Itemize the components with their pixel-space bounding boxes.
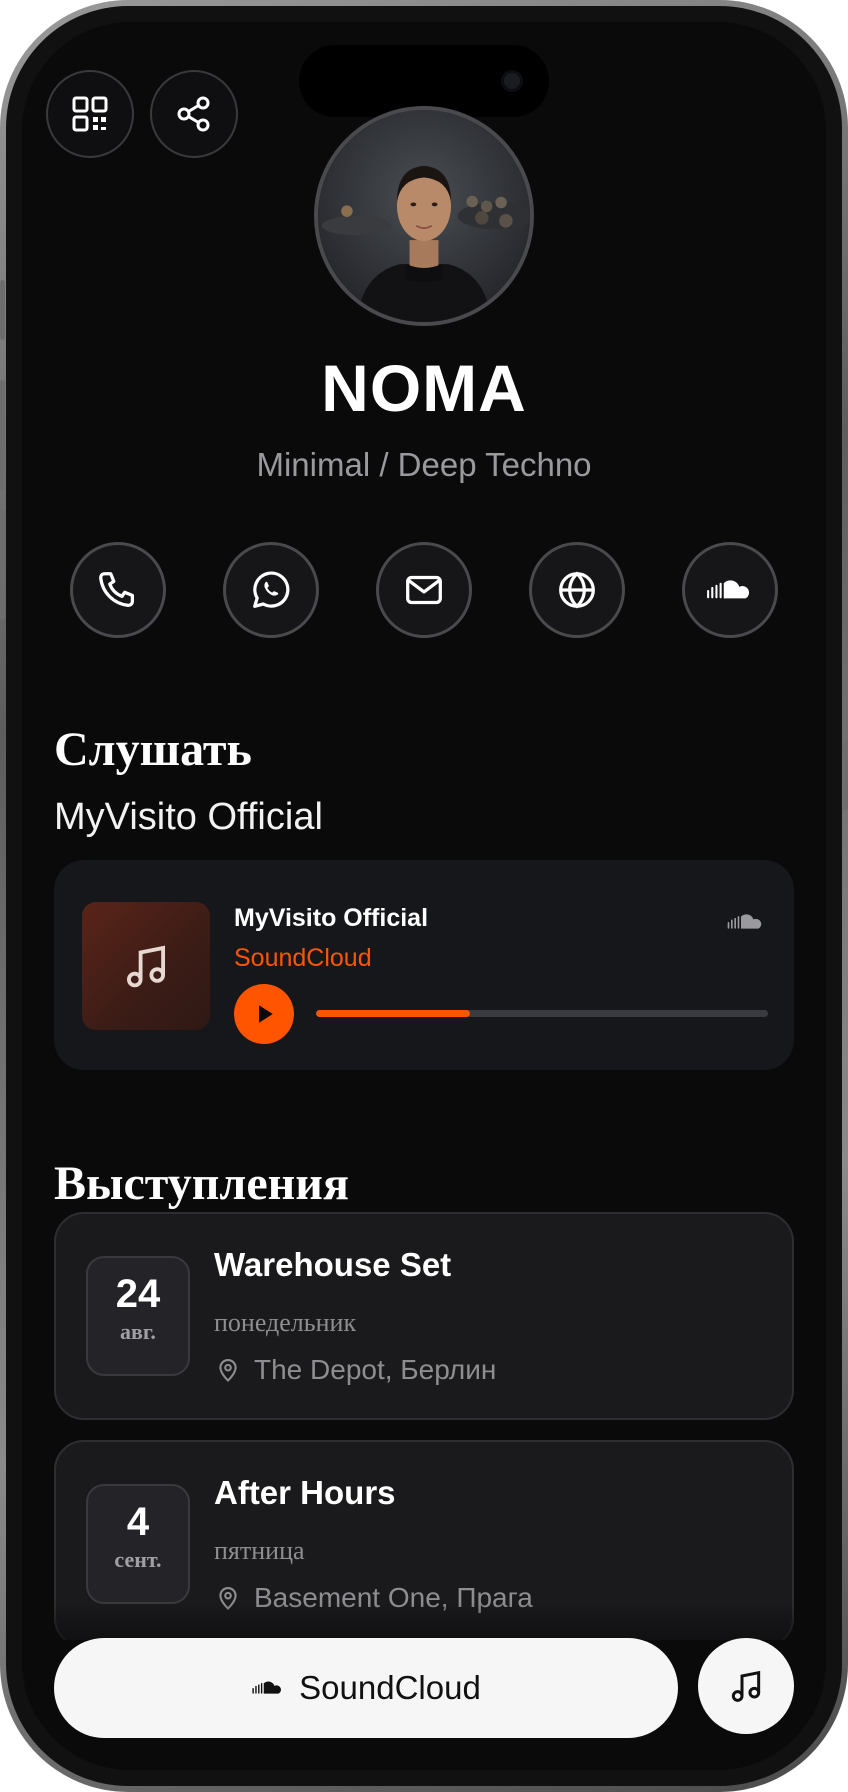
soundcloud-button[interactable] xyxy=(682,542,778,638)
track-cover xyxy=(82,902,210,1030)
listen-soundcloud-button[interactable]: SoundCloud xyxy=(54,1638,678,1738)
event-month: сент. xyxy=(114,1547,162,1572)
listen-section-title: Слушать xyxy=(54,723,252,776)
side-button-power xyxy=(843,740,848,810)
whatsapp-icon xyxy=(253,571,290,608)
soundcloud-icon xyxy=(707,580,750,599)
location-pin-icon xyxy=(219,1359,237,1382)
side-button-volume-up xyxy=(0,380,5,490)
event-card[interactable]: 24 авг. Warehouse Set понедельник The De… xyxy=(54,1212,794,1420)
globe-icon xyxy=(559,571,595,609)
avatar-photo xyxy=(318,110,530,322)
event-weekday: понедельник xyxy=(214,1308,357,1337)
side-button-volume-down xyxy=(0,510,5,620)
contact-buttons xyxy=(70,542,778,638)
track-progress-fill xyxy=(316,1010,470,1017)
event-venue: The Depot, Берлин xyxy=(254,1354,497,1385)
phone-icon xyxy=(99,572,135,607)
screen: NOMA Minimal / Deep Techno Слушать MyVis… xyxy=(22,22,826,1770)
event-title: Warehouse Set xyxy=(214,1246,452,1283)
music-player-button[interactable] xyxy=(698,1638,794,1734)
avatar xyxy=(314,106,534,326)
website-button[interactable] xyxy=(529,542,625,638)
event-weekday: пятница xyxy=(214,1536,305,1565)
artist-name: NOMA xyxy=(321,351,527,425)
event-date: 24 авг. xyxy=(86,1256,190,1376)
track-progress-bar[interactable] xyxy=(316,1010,768,1017)
whatsapp-button[interactable] xyxy=(223,542,319,638)
track-source[interactable]: SoundCloud xyxy=(234,944,372,973)
listen-button-label: SoundCloud xyxy=(299,1669,481,1706)
event-venue-row: The Depot, Берлин xyxy=(214,1354,496,1386)
qr-code-button[interactable] xyxy=(46,70,134,158)
event-day: 24 xyxy=(115,1272,161,1316)
soundcloud-icon xyxy=(727,914,762,929)
music-note-icon xyxy=(126,945,166,988)
soundcloud-icon xyxy=(252,1681,282,1694)
event-title: After Hours xyxy=(214,1474,396,1511)
event-day: 4 xyxy=(126,1500,150,1544)
phone-button[interactable] xyxy=(70,542,166,638)
event-date: 4 сент. xyxy=(86,1484,190,1604)
share-icon xyxy=(177,96,210,132)
front-camera xyxy=(501,70,523,92)
play-button[interactable] xyxy=(234,984,294,1044)
share-button[interactable] xyxy=(150,70,238,158)
playlist-name: MyVisito Official xyxy=(54,796,323,838)
play-icon xyxy=(259,1005,273,1023)
mail-icon xyxy=(406,575,442,605)
qr-code-icon xyxy=(72,96,108,132)
mail-button[interactable] xyxy=(376,542,472,638)
artist-genre: Minimal / Deep Techno xyxy=(256,446,592,483)
events-section-title: Выступления xyxy=(54,1157,349,1210)
soundcloud-player-card: MyVisito Official SoundCloud xyxy=(54,860,794,1070)
side-button-silent xyxy=(0,280,5,340)
music-note-icon xyxy=(731,1670,761,1702)
event-month: авг. xyxy=(120,1319,156,1344)
track-title: MyVisito Official xyxy=(234,904,429,932)
